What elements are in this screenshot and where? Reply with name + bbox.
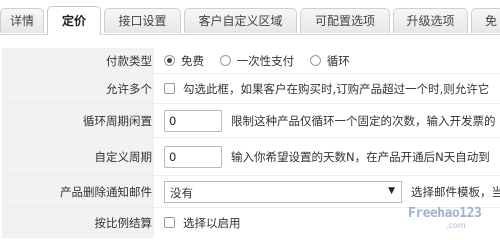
deletion-email-select[interactable]: 没有 ▼ (164, 180, 402, 203)
tab-configurable-options[interactable]: 可配置选项 (300, 8, 390, 33)
radio-icon[interactable] (219, 54, 231, 66)
tab-free-domain[interactable]: 免 (471, 8, 500, 33)
watermark-suffix: .com (446, 221, 466, 230)
deletion-email-row: 产品删除通知邮件 没有 ▼ 选择邮件模板，当 (2, 176, 500, 208)
prorata-label: 按比例结算 (2, 208, 154, 238)
allow-multiple-label: 允许多个 (2, 74, 154, 103)
allow-multiple-row: 允许多个 勾选此框，如果客户在购买时,订购产品超过一个时,则允许它 (2, 74, 500, 104)
recurring-cycle-help: 限制这种产品仅循环一个固定的次数，输入开发票的 (231, 113, 496, 128)
custom-period-label: 自定义周期 (2, 138, 154, 175)
allow-multiple-description: 勾选此框，如果客户在购买时,订购产品超过一个时,则允许它 (183, 81, 490, 96)
payment-type-label: 付款类型 (2, 48, 154, 73)
tab-module-settings[interactable]: 接口设置 (104, 8, 181, 33)
custom-period-row: 自定义周期 输入你希望设置的天数N，在产品开通后N天自动到 (2, 138, 500, 176)
radio-icon[interactable] (164, 54, 175, 66)
radio-icon[interactable] (309, 54, 321, 66)
deletion-email-label: 产品删除通知邮件 (2, 176, 154, 207)
recurring-cycle-row: 循环周期闲置 限制这种产品仅循环一个固定的次数，输入开发票的 (2, 104, 500, 138)
dropdown-arrow-icon: ▼ (388, 185, 395, 196)
allow-multiple-checkbox[interactable] (164, 82, 175, 94)
custom-period-help: 输入你希望设置的天数N，在产品开通后N天自动到 (231, 149, 490, 164)
payment-type-row: 付款类型 免费 一次性支付 循环 (2, 48, 500, 74)
deletion-email-help: 选择邮件模板，当 (411, 184, 500, 199)
payment-option-recurring[interactable]: 循环 (309, 54, 350, 68)
tab-upgrades[interactable]: 升级选项 (393, 8, 468, 33)
tab-bar: 详情 定价 接口设置 客户自定义区域 可配置选项 升级选项 免 (0, 0, 500, 35)
watermark-logo: Freehao123 (408, 206, 482, 221)
recurring-cycle-input[interactable] (164, 109, 222, 132)
tab-pricing[interactable]: 定价 (47, 6, 101, 35)
tab-custom-fields[interactable]: 客户自定义区域 (184, 8, 297, 33)
payment-option-free[interactable]: 免费 (164, 54, 204, 68)
tab-details[interactable]: 详情 (0, 8, 44, 33)
prorata-description: 选择以启用 (183, 216, 241, 230)
custom-period-input[interactable] (164, 145, 222, 168)
payment-option-onetime[interactable]: 一次性支付 (219, 54, 294, 68)
prorata-checkbox[interactable] (164, 217, 175, 228)
recurring-cycle-label: 循环周期闲置 (2, 104, 154, 137)
